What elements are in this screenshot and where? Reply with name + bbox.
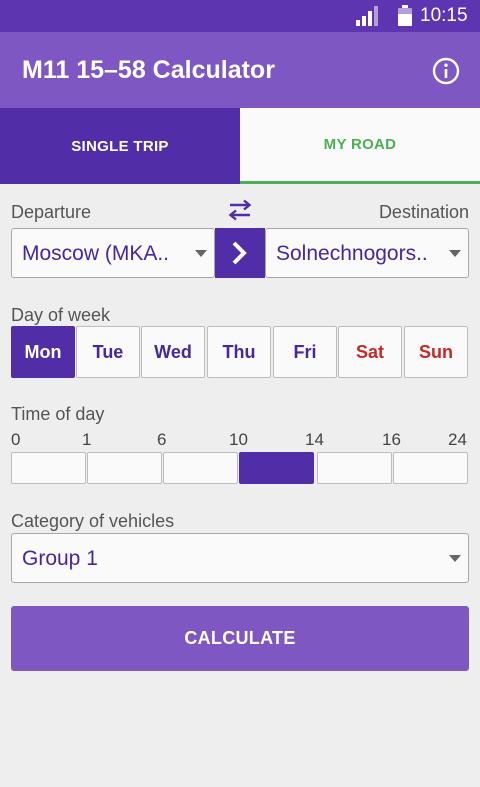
swap-icon[interactable] — [227, 199, 253, 221]
calculate-button[interactable]: CALCULATE — [11, 606, 469, 671]
time-tick: 6 — [157, 430, 167, 449]
day-selector: Mon Tue Wed Thu Fri Sat Sun — [11, 326, 469, 378]
departure-select[interactable]: Moscow (MKA.. — [11, 228, 215, 278]
direction-button[interactable] — [215, 228, 265, 278]
day-button-sun[interactable]: Sun — [404, 326, 468, 378]
departure-label: Departure — [11, 202, 92, 222]
destination-value: Solnechnogors.. — [276, 242, 428, 265]
status-time: 10:15 — [420, 5, 468, 26]
day-of-week-label: Day of week — [11, 305, 111, 325]
time-tick: 1 — [82, 430, 92, 449]
vehicle-category-label: Category of vehicles — [11, 511, 175, 531]
time-tick: 10 — [229, 430, 248, 449]
time-of-day-label: Time of day — [11, 404, 105, 424]
tab-my-road[interactable]: MY ROAD — [240, 108, 480, 184]
time-slot-0-1[interactable] — [11, 452, 86, 484]
destination-select[interactable]: Solnechnogors.. — [265, 228, 469, 278]
app-bar: M11 15–58 Calculator — [0, 32, 480, 108]
day-button-thu[interactable]: Thu — [207, 326, 271, 378]
chevron-down-icon — [449, 250, 461, 257]
time-slot-16-24[interactable] — [393, 452, 468, 484]
time-tick: 16 — [382, 430, 401, 449]
day-button-tue[interactable]: Tue — [76, 326, 140, 378]
time-tick: 14 — [305, 430, 324, 449]
time-slot-10-14[interactable] — [239, 452, 314, 484]
app-title: M11 15–58 Calculator — [22, 56, 275, 84]
time-tick: 24 — [448, 430, 467, 449]
time-tick: 0 — [11, 430, 21, 449]
day-button-wed[interactable]: Wed — [141, 326, 205, 378]
day-button-fri[interactable]: Fri — [273, 326, 337, 378]
tab-single-trip[interactable]: SINGLE TRIP — [0, 108, 240, 184]
destination-label: Destination — [378, 202, 469, 222]
vehicle-category-value: Group 1 — [22, 547, 98, 570]
chevron-right-icon — [232, 241, 247, 265]
tab-bar: SINGLE TRIP MY ROAD — [0, 108, 480, 184]
chevron-down-icon — [449, 555, 461, 562]
time-slot-1-6[interactable] — [87, 452, 162, 484]
chevron-down-icon — [195, 250, 207, 257]
time-slot-14-16[interactable] — [317, 452, 392, 484]
signal-icon — [356, 6, 378, 26]
battery-icon — [398, 5, 412, 26]
status-bar: 10:15 — [0, 0, 480, 32]
info-icon[interactable] — [432, 57, 460, 85]
day-button-sat[interactable]: Sat — [338, 326, 402, 378]
time-slot-6-10[interactable] — [163, 452, 238, 484]
departure-value: Moscow (MKA.. — [22, 242, 170, 265]
vehicle-category-select[interactable]: Group 1 — [11, 533, 469, 583]
day-button-mon[interactable]: Mon — [11, 326, 75, 378]
